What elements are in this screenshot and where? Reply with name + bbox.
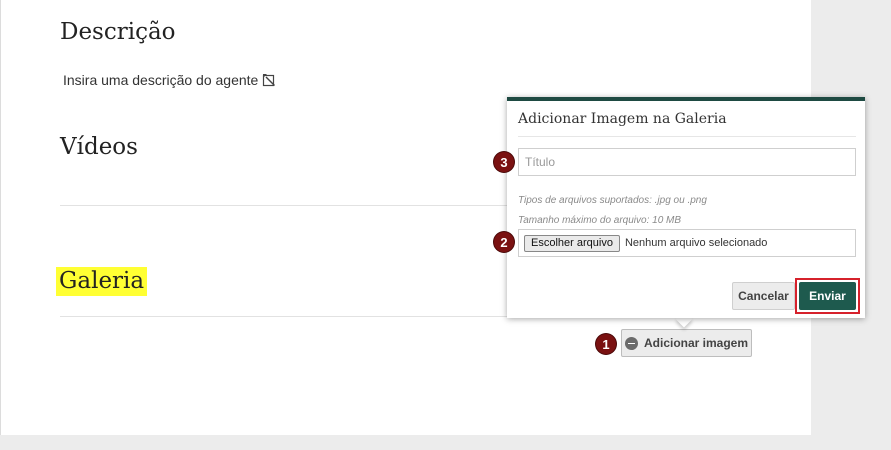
choose-file-button[interactable]: Escolher arquivo bbox=[524, 234, 620, 252]
file-status-text: Nenhum arquivo selecionado bbox=[624, 237, 768, 249]
galeria-heading: Galeria bbox=[56, 267, 148, 296]
section-divider bbox=[60, 205, 508, 206]
send-button[interactable]: Enviar bbox=[799, 282, 856, 310]
descricao-placeholder[interactable]: Insira uma descrição do agente bbox=[63, 72, 276, 88]
descricao-placeholder-text: Insira uma descrição do agente bbox=[63, 72, 259, 88]
send-button-highlight: Enviar bbox=[795, 278, 860, 314]
dialog-title: Adicionar Imagem na Galeria bbox=[518, 111, 727, 127]
image-title-input[interactable] bbox=[518, 148, 856, 176]
file-picker: Escolher arquivo Nenhum arquivo selecion… bbox=[518, 229, 856, 257]
descricao-heading: Descrição bbox=[60, 19, 176, 45]
edit-icon[interactable] bbox=[262, 73, 276, 87]
section-divider bbox=[60, 316, 508, 317]
add-image-dialog: Adicionar Imagem na Galeria Tipos de arq… bbox=[507, 97, 865, 318]
supported-formats-hint: Tipos de arquivos suportados: .jpg ou .p… bbox=[518, 195, 707, 206]
step-badge-2: 2 bbox=[494, 232, 514, 252]
dialog-divider bbox=[518, 136, 856, 137]
plus-circle-icon bbox=[624, 336, 638, 350]
add-image-button[interactable]: Adicionar imagem bbox=[621, 329, 752, 357]
max-size-hint: Tamanho máximo do arquivo: 10 MB bbox=[518, 215, 682, 226]
cancel-button[interactable]: Cancelar bbox=[732, 282, 795, 310]
add-image-button-label: Adicionar imagem bbox=[643, 336, 749, 350]
videos-heading: Vídeos bbox=[60, 134, 138, 160]
step-badge-3: 3 bbox=[494, 152, 514, 172]
step-badge-1: 1 bbox=[596, 334, 616, 354]
